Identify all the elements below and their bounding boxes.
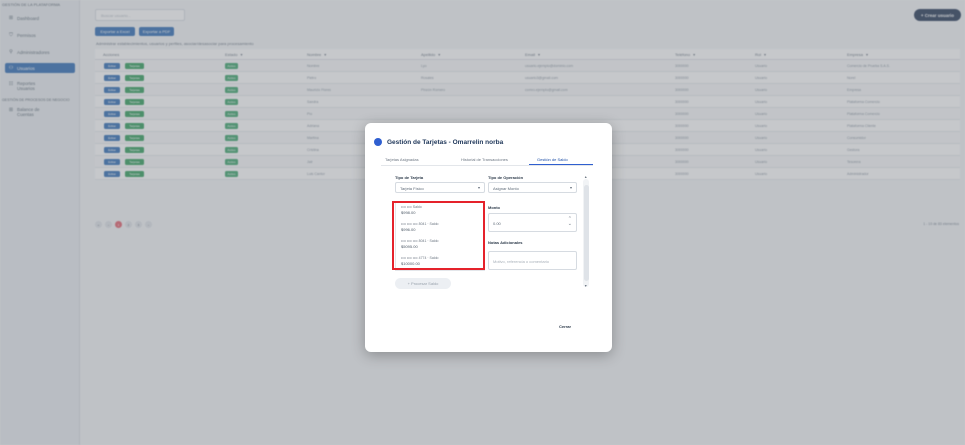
amount-value: 0.00 [493, 221, 501, 226]
notes-placeholder: Motivo, referencia o comentario [493, 259, 550, 264]
number-stepper-icon[interactable]: ⌃ ⌄ [568, 217, 572, 227]
tab-transaction-history[interactable]: Historial de Transacciones [461, 157, 508, 162]
amount-label: Monto [488, 205, 500, 210]
card-type-label: Tipo de Tarjeta [395, 175, 424, 180]
notes-label: Notas Adicionales [488, 240, 523, 245]
notes-input[interactable]: Motivo, referencia o comentario [488, 251, 577, 270]
card-type-select[interactable]: Tarjeta Físico ▾ [395, 182, 485, 193]
process-balance-button[interactable]: + Procesar Saldo [395, 278, 451, 289]
close-button[interactable]: Cerrar [559, 324, 571, 329]
modal-title: Gestión de Tarjetas - Omarrelin norba [374, 138, 503, 146]
operation-type-label: Tipo de Operación [488, 175, 524, 180]
tab-assigned-cards[interactable]: Tarjetas Asignadas [385, 157, 419, 162]
card-type-value: Tarjeta Físico [400, 185, 424, 191]
amount-input[interactable]: 0.00 ⌃ ⌄ [488, 213, 577, 232]
modal-scrollbar[interactable] [583, 179, 589, 287]
tab-balance-management[interactable]: Gestión de Saldo [537, 157, 568, 162]
operation-type-select[interactable]: Asignar Monto ▾ [488, 182, 577, 193]
chevron-down-icon: ▾ [477, 185, 480, 190]
scroll-down-icon[interactable]: ▼ [584, 284, 587, 288]
card-icon [374, 138, 382, 146]
modal-tabs: Tarjetas Asignadas Historial de Transacc… [381, 154, 593, 166]
chevron-down-icon: ▾ [569, 185, 572, 190]
card-management-modal: Gestión de Tarjetas - Omarrelin norba Ta… [365, 123, 612, 352]
scroll-up-icon[interactable]: ▲ [584, 175, 587, 179]
modal-title-text: Gestión de Tarjetas - Omarrelin norba [387, 138, 504, 146]
scrollbar-thumb[interactable] [583, 185, 589, 281]
highlight-box [392, 201, 485, 270]
operation-type-value: Asignar Monto [493, 185, 519, 191]
active-tab-indicator [529, 164, 593, 166]
